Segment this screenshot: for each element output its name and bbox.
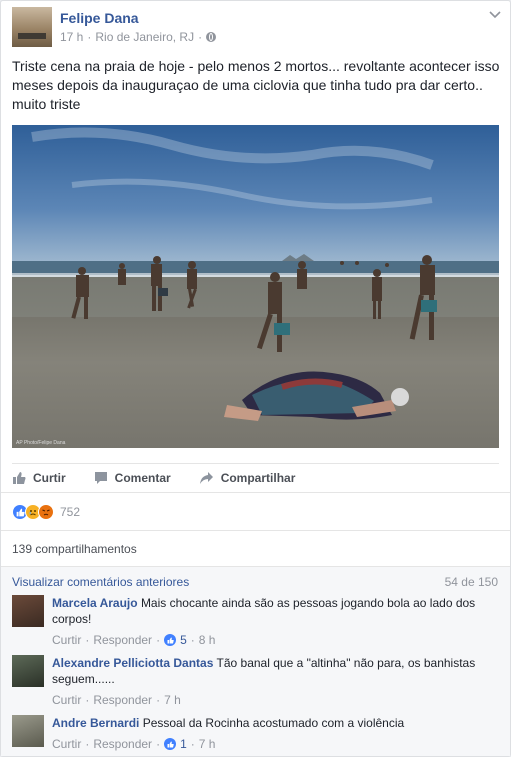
comment-like-count[interactable]: 1 bbox=[180, 737, 187, 751]
meta-separator: · bbox=[87, 30, 92, 44]
separator-dot: · bbox=[190, 737, 195, 751]
post-photo[interactable]: AP Photo/Felipe Dana bbox=[12, 125, 499, 448]
post-location[interactable]: Rio de Janeiro, RJ bbox=[95, 30, 194, 44]
reaction-count[interactable]: 752 bbox=[60, 505, 80, 519]
post-header: Felipe Dana 17 h · Rio de Janeiro, RJ · bbox=[12, 7, 501, 49]
author-avatar[interactable] bbox=[12, 7, 52, 47]
commenter-avatar[interactable] bbox=[12, 595, 44, 627]
comment-like-link[interactable]: Curtir bbox=[52, 633, 81, 647]
comment-body: Andre Bernardi Pessoal da Rocinha acostu… bbox=[52, 715, 499, 731]
divider bbox=[1, 566, 510, 567]
comment-meta: Curtir · Responder · 1 · 7 h bbox=[52, 737, 215, 751]
commenter-avatar[interactable] bbox=[12, 715, 44, 747]
angry-reaction-icon bbox=[38, 504, 54, 520]
beach-scene-image bbox=[12, 125, 499, 448]
commenter-avatar[interactable] bbox=[12, 655, 44, 687]
separator-dot: · bbox=[85, 737, 90, 751]
separator-dot: · bbox=[85, 633, 90, 647]
like-button[interactable]: Curtir bbox=[12, 471, 66, 485]
like-label: Curtir bbox=[33, 470, 66, 485]
post-meta: 17 h · Rio de Janeiro, RJ · bbox=[60, 30, 217, 44]
comment-item: Alexandre Pelliciotta Dantas Tão banal q… bbox=[12, 655, 499, 711]
commenter-name[interactable]: Alexandre Pelliciotta Dantas bbox=[52, 656, 213, 670]
commenter-name[interactable]: Marcela Araujo bbox=[52, 596, 138, 610]
post-text: Triste cena na praia de hoje - pelo meno… bbox=[12, 58, 500, 112]
comment-text: Pessoal da Rocinha acostumado com a viol… bbox=[142, 716, 405, 730]
reactions-summary[interactable]: 752 bbox=[12, 504, 80, 520]
comment-like-link[interactable]: Curtir bbox=[52, 737, 81, 751]
comments-section: Visualizar comentários anteriores 54 de … bbox=[1, 566, 510, 756]
comment-button[interactable]: Comentar bbox=[94, 471, 171, 485]
comment-body: Alexandre Pelliciotta Dantas Tão banal q… bbox=[52, 655, 499, 687]
post-time[interactable]: 17 h bbox=[60, 30, 83, 44]
comment-like-count[interactable]: 5 bbox=[180, 633, 187, 647]
globe-icon[interactable] bbox=[206, 32, 217, 42]
divider bbox=[1, 492, 510, 493]
share-label: Compartilhar bbox=[220, 470, 296, 485]
comment-icon bbox=[94, 471, 108, 485]
separator-dot: · bbox=[190, 633, 195, 647]
comment-reply-link[interactable]: Responder bbox=[93, 693, 152, 707]
author-name[interactable]: Felipe Dana bbox=[60, 10, 139, 26]
thumbs-up-icon bbox=[164, 738, 177, 750]
comment-like-link[interactable]: Curtir bbox=[52, 693, 81, 707]
comment-label: Comentar bbox=[114, 470, 171, 485]
view-previous-comments-link[interactable]: Visualizar comentários anteriores bbox=[12, 575, 189, 589]
comment-time[interactable]: 7 h bbox=[164, 693, 181, 707]
comment-reply-link[interactable]: Responder bbox=[93, 737, 152, 751]
separator-dot: · bbox=[156, 633, 161, 647]
comment-time[interactable]: 7 h bbox=[199, 737, 216, 751]
post-card: Felipe Dana 17 h · Rio de Janeiro, RJ · … bbox=[0, 0, 511, 757]
shares-count[interactable]: 139 compartilhamentos bbox=[12, 542, 137, 556]
post-actions-bar: Curtir Comentar Compartilhar bbox=[12, 463, 499, 491]
comment-meta: Curtir · Responder · 5 · 8 h bbox=[52, 633, 215, 647]
comment-meta: Curtir · Responder · 7 h bbox=[52, 693, 181, 707]
share-arrow-icon bbox=[199, 471, 214, 485]
divider bbox=[1, 530, 510, 531]
comments-count: 54 de 150 bbox=[444, 575, 498, 589]
chevron-down-icon[interactable] bbox=[489, 11, 501, 21]
comment-item: Andre Bernardi Pessoal da Rocinha acostu… bbox=[12, 715, 499, 755]
comment-reply-link[interactable]: Responder bbox=[93, 633, 152, 647]
thumbs-up-icon bbox=[12, 471, 26, 485]
commenter-name[interactable]: Andre Bernardi bbox=[52, 716, 139, 730]
comment-time[interactable]: 8 h bbox=[199, 633, 216, 647]
separator-dot: · bbox=[85, 693, 90, 707]
meta-separator-2: · bbox=[198, 30, 203, 44]
comment-item: Marcela Araujo Mais chocante ainda são a… bbox=[12, 595, 499, 651]
comment-body: Marcela Araujo Mais chocante ainda são a… bbox=[52, 595, 499, 627]
photo-credit: AP Photo/Felipe Dana bbox=[16, 440, 66, 446]
thumbs-up-icon bbox=[164, 634, 177, 646]
separator-dot: · bbox=[156, 693, 161, 707]
separator-dot: · bbox=[156, 737, 161, 751]
share-button[interactable]: Compartilhar bbox=[199, 470, 296, 485]
